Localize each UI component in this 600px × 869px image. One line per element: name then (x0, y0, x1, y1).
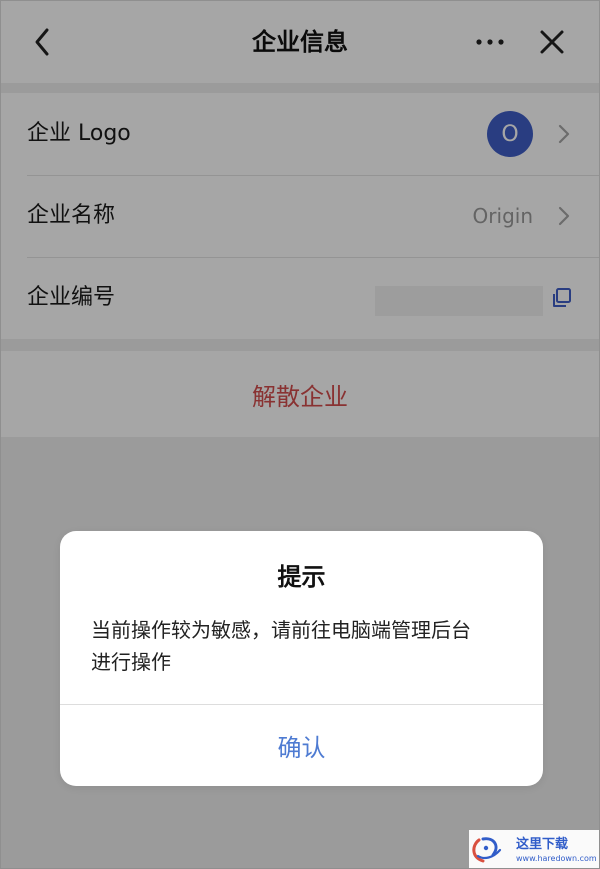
app-screen: 企业信息 企业 Logo O 企业名称 Origin 企业编号 解散企业 提示 … (0, 0, 600, 869)
dialog-message: 当前操作较为敏感，请前往电脑端管理后台 进行操作 (91, 618, 471, 674)
watermark-url: www.haredown.com (516, 854, 597, 863)
site-watermark-logo: 这里下载 www.haredown.com (469, 830, 599, 868)
confirm-button[interactable]: 确认 (60, 705, 543, 786)
alert-dialog: 提示 当前操作较为敏感，请前往电脑端管理后台 进行操作 确认 (60, 531, 543, 786)
watermark-brand: 这里下载 (516, 836, 568, 852)
dialog-title: 提示 (277, 563, 326, 591)
